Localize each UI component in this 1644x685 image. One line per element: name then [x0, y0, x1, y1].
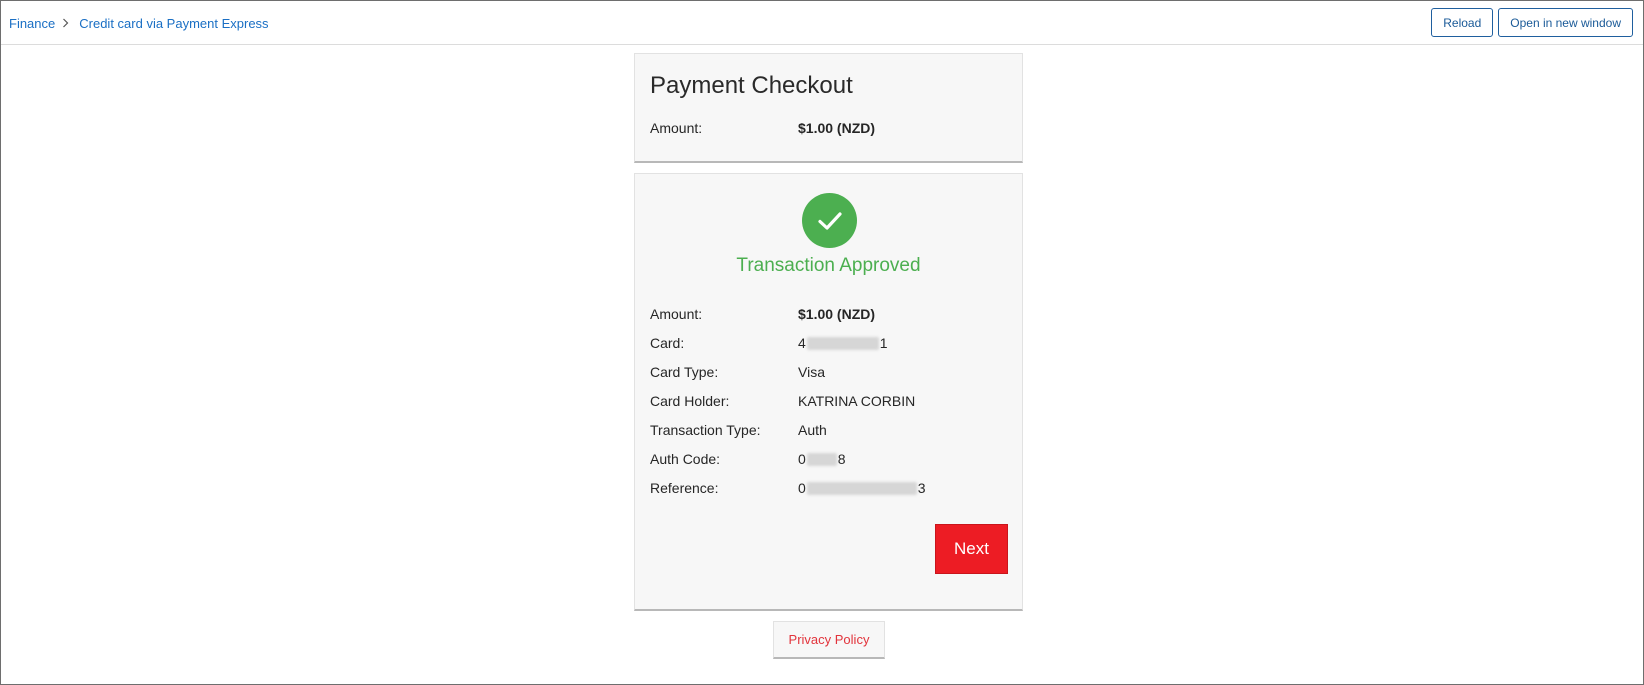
- detail-value-card-type: Visa: [798, 364, 825, 380]
- redacted-mask: [806, 336, 879, 350]
- summary-amount-label: Amount:: [650, 120, 703, 136]
- detail-row-auth-code: Auth Code: 0 8: [650, 451, 846, 467]
- detail-row-card: Card: 4 1: [650, 335, 888, 351]
- redacted-mask: [806, 481, 917, 495]
- breadcrumb-item-credit-card[interactable]: Credit card via Payment Express: [79, 16, 268, 31]
- checkmark-icon: [802, 193, 857, 248]
- detail-row-card-type: Card Type: Visa: [650, 364, 825, 380]
- detail-label: Reference:: [650, 480, 719, 496]
- detail-value-reference: 0 3: [798, 480, 926, 496]
- breadcrumb: Finance Credit card via Payment Express: [9, 1, 269, 45]
- detail-value-card-holder: KATRINA CORBIN: [798, 393, 916, 409]
- breadcrumb-item-finance[interactable]: Finance: [9, 16, 55, 31]
- redacted-mask: [806, 452, 837, 466]
- detail-row-amount: Amount: $1.00 (NZD): [650, 306, 875, 322]
- detail-row-card-holder: Card Holder: KATRINA CORBIN: [650, 393, 915, 409]
- detail-label: Card:: [650, 335, 685, 351]
- reference-end: 3: [917, 480, 926, 496]
- checkout-summary-card: Payment Checkout Amount: $1.00 (NZD): [634, 53, 1023, 163]
- detail-label: Card Holder:: [650, 393, 730, 409]
- summary-amount-value: $1.00 (NZD): [798, 120, 876, 136]
- summary-amount-row: Amount: $1.00 (NZD): [650, 120, 875, 136]
- app-frame: Finance Credit card via Payment Express …: [0, 0, 1644, 685]
- next-button[interactable]: Next: [935, 524, 1008, 574]
- reload-button[interactable]: Reload: [1431, 8, 1494, 37]
- page-title: Payment Checkout: [650, 72, 853, 99]
- detail-value-transaction-type: Auth: [798, 422, 827, 438]
- transaction-status: Transaction Approved: [736, 255, 921, 276]
- chevron-right-icon: [62, 18, 69, 28]
- detail-value-auth-code: 0 8: [798, 451, 846, 467]
- auth-code-end: 8: [837, 451, 846, 467]
- detail-row-reference: Reference: 0 3: [650, 480, 926, 496]
- auth-code-start: 0: [798, 451, 806, 467]
- card-number-start: 4: [798, 335, 806, 351]
- detail-label: Transaction Type:: [650, 422, 761, 438]
- detail-label: Card Type:: [650, 364, 719, 380]
- detail-label: Amount:: [650, 306, 703, 322]
- detail-value-amount: $1.00 (NZD): [798, 306, 876, 322]
- reference-start: 0: [798, 480, 806, 496]
- top-bar: Finance Credit card via Payment Express …: [1, 1, 1643, 45]
- detail-label: Auth Code:: [650, 451, 721, 467]
- detail-value-card: 4 1: [798, 335, 888, 351]
- open-new-window-button[interactable]: Open in new window: [1498, 8, 1633, 37]
- card-number-end: 1: [879, 335, 888, 351]
- detail-row-transaction-type: Transaction Type: Auth: [650, 422, 827, 438]
- transaction-result-card: Transaction Approved Amount: $1.00 (NZD)…: [634, 173, 1023, 611]
- privacy-policy-link[interactable]: Privacy Policy: [773, 621, 885, 659]
- top-actions: Reload Open in new window: [1431, 8, 1633, 37]
